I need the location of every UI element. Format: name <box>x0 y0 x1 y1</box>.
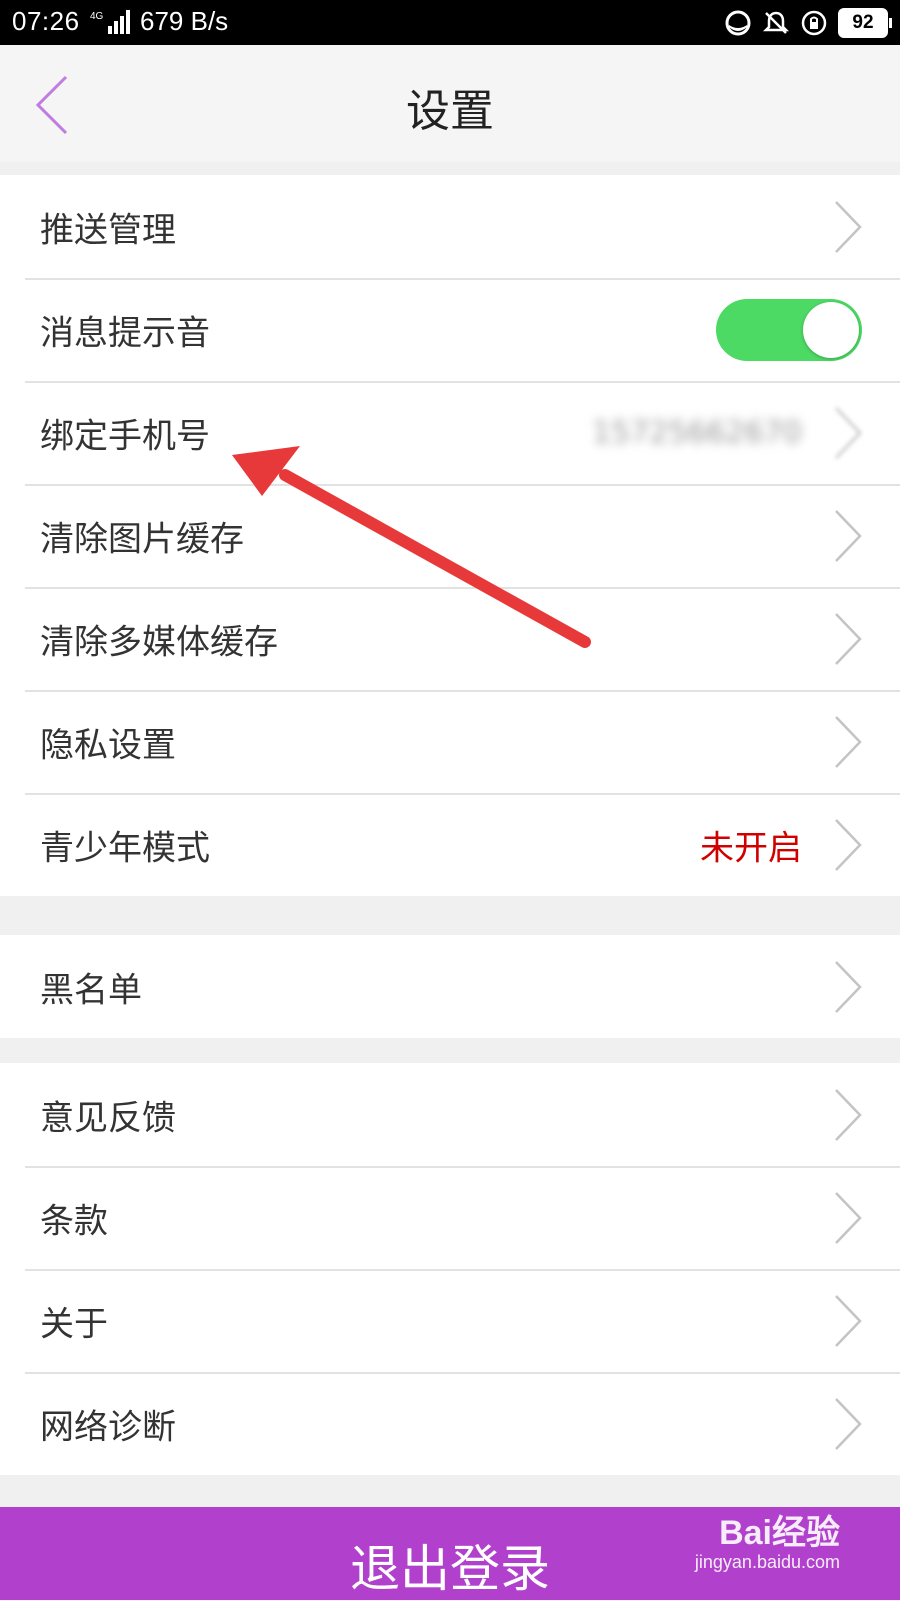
row-bind-phone[interactable]: 绑定手机号 15725662670 <box>0 381 900 484</box>
row-label: 隐私设置 <box>40 725 176 765</box>
row-label: 意见反馈 <box>40 1098 176 1138</box>
chevron-right-icon <box>835 406 862 459</box>
phone-number-value: 15725662670 <box>592 415 802 450</box>
settings-group-general: 推送管理 消息提示音 绑定手机号 15725662670 清除图片缓存 清除多媒… <box>0 175 900 896</box>
network-type-label: 4G <box>90 11 104 22</box>
settings-group-about: 意见反馈 条款 关于 网络诊断 <box>0 1063 900 1475</box>
chevron-right-icon <box>835 715 862 768</box>
row-label: 网络诊断 <box>40 1407 176 1447</box>
row-label: 条款 <box>40 1201 108 1241</box>
row-clear-image-cache[interactable]: 清除图片缓存 <box>0 484 900 587</box>
chevron-right-icon <box>835 1191 862 1244</box>
baidu-watermark: Bai经验 jingyan.baidu.com <box>695 1505 840 1573</box>
status-bar: 07:26 4G 679 B/s 92 <box>0 0 900 45</box>
chevron-right-icon <box>835 1088 862 1141</box>
status-icons: 92 <box>724 7 892 39</box>
watermark-url: jingyan.baidu.com <box>694 1552 840 1572</box>
row-label: 黑名单 <box>40 970 142 1010</box>
chevron-right-icon <box>835 509 862 562</box>
battery-icon: 92 <box>838 8 892 38</box>
chevron-right-icon <box>835 818 862 871</box>
row-message-sound: 消息提示音 <box>0 278 900 381</box>
row-label: 推送管理 <box>40 210 176 250</box>
row-push-management[interactable]: 推送管理 <box>0 175 900 278</box>
title-bar: 设置 <box>0 45 900 162</box>
watermark-logo-text: Bai经验 <box>719 1514 840 1552</box>
row-label: 绑定手机号 <box>40 416 210 456</box>
row-label: 清除图片缓存 <box>40 519 244 559</box>
chevron-right-icon <box>835 612 862 665</box>
row-teen-mode[interactable]: 青少年模式 未开启 <box>0 793 900 896</box>
row-label: 青少年模式 <box>40 828 210 868</box>
page-title: 设置 <box>406 86 494 137</box>
row-feedback[interactable]: 意见反馈 <box>0 1063 900 1166</box>
chevron-right-icon <box>835 200 862 253</box>
chevron-right-icon <box>835 1294 862 1347</box>
row-network-diagnosis[interactable]: 网络诊断 <box>0 1372 900 1475</box>
signal-icon: 4G <box>90 10 130 34</box>
message-sound-toggle[interactable] <box>716 298 862 361</box>
row-about[interactable]: 关于 <box>0 1269 900 1372</box>
toggle-knob <box>803 301 859 358</box>
row-label: 消息提示音 <box>40 313 210 353</box>
row-clear-media-cache[interactable]: 清除多媒体缓存 <box>0 587 900 690</box>
teen-mode-status: 未开启 <box>700 828 802 868</box>
chevron-right-icon <box>835 960 862 1013</box>
row-privacy-settings[interactable]: 隐私设置 <box>0 690 900 793</box>
status-time: 07:26 <box>12 6 80 36</box>
rotation-lock-icon <box>801 10 827 36</box>
chevron-right-icon <box>835 1397 862 1450</box>
row-label: 关于 <box>40 1304 108 1344</box>
settings-group-blacklist: 黑名单 <box>0 935 900 1038</box>
network-speed: 679 B/s <box>140 6 229 36</box>
mute-icon <box>762 11 790 34</box>
row-terms[interactable]: 条款 <box>0 1166 900 1269</box>
data-saver-icon <box>725 10 751 36</box>
row-label: 清除多媒体缓存 <box>40 622 278 662</box>
row-blacklist[interactable]: 黑名单 <box>0 935 900 1038</box>
